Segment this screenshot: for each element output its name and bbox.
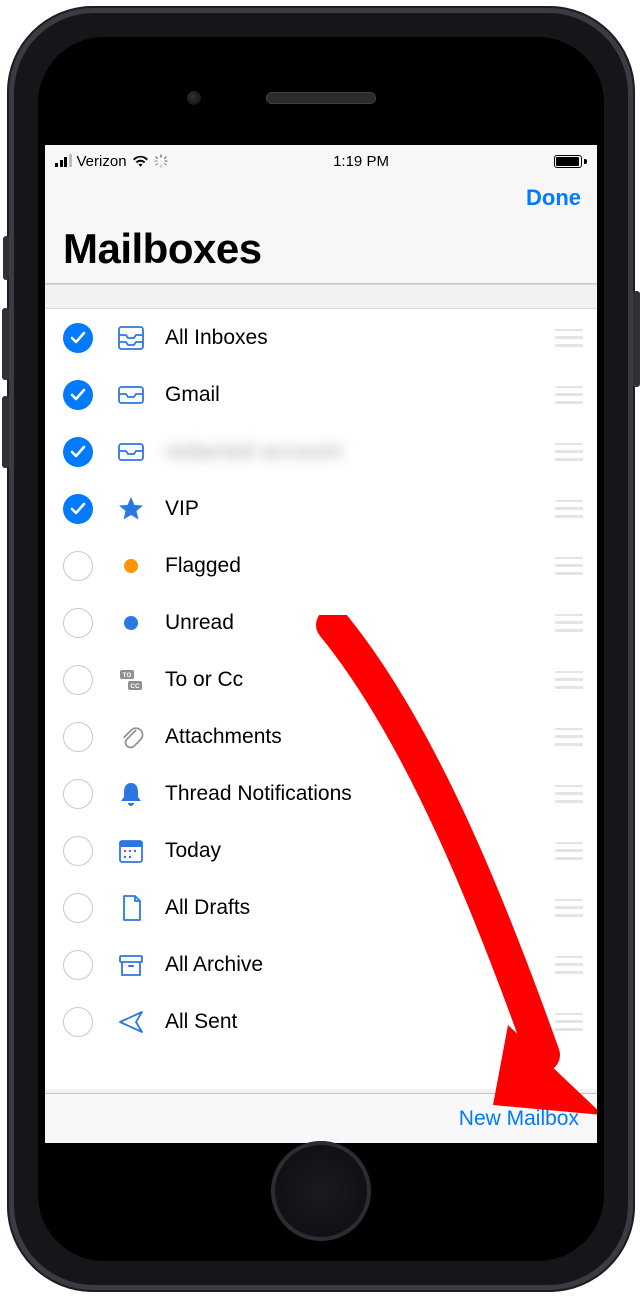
tray-icon — [111, 380, 151, 410]
mailbox-row[interactable]: Flagged — [45, 537, 597, 594]
done-button[interactable]: Done — [526, 185, 581, 211]
reorder-handle-icon[interactable] — [555, 614, 583, 632]
reorder-handle-icon[interactable] — [555, 956, 583, 974]
clock: 1:19 PM — [333, 153, 389, 170]
mailbox-label: redacted account — [165, 440, 555, 464]
paperclip-icon — [111, 722, 151, 752]
bell-icon — [111, 779, 151, 809]
mailbox-label: To or Cc — [165, 668, 555, 692]
reorder-handle-icon[interactable] — [555, 1013, 583, 1031]
mailbox-row[interactable]: All Drafts — [45, 879, 597, 936]
archive-icon — [111, 950, 151, 980]
reorder-handle-icon[interactable] — [555, 785, 583, 803]
status-bar: Verizon 1:19 PM — [45, 145, 597, 175]
reorder-handle-icon[interactable] — [555, 671, 583, 689]
reorder-handle-icon[interactable] — [555, 728, 583, 746]
reorder-handle-icon[interactable] — [555, 443, 583, 461]
checkbox[interactable] — [63, 380, 93, 410]
mailbox-label: Today — [165, 839, 555, 863]
phone-frame: Verizon 1:19 PM — [7, 6, 635, 1292]
checkbox[interactable] — [63, 722, 93, 752]
star-icon — [111, 494, 151, 524]
nav-title-wrap: Mailboxes — [45, 213, 597, 284]
earpiece-speaker — [266, 92, 376, 104]
mailbox-row[interactable]: All Inboxes — [45, 309, 597, 366]
mailbox-label: All Sent — [165, 1010, 555, 1034]
activity-spinner-icon — [154, 154, 168, 168]
dot-blue-icon — [111, 608, 151, 638]
power-button — [633, 291, 640, 387]
checkbox[interactable] — [63, 608, 93, 638]
checkbox[interactable] — [63, 494, 93, 524]
reorder-handle-icon[interactable] — [555, 899, 583, 917]
mailbox-row[interactable]: Unread — [45, 594, 597, 651]
checkbox[interactable] — [63, 437, 93, 467]
mailbox-row[interactable]: Today — [45, 822, 597, 879]
checkbox[interactable] — [63, 323, 93, 353]
reorder-handle-icon[interactable] — [555, 386, 583, 404]
mailbox-row[interactable]: redacted account — [45, 423, 597, 480]
checkbox[interactable] — [63, 779, 93, 809]
mailbox-row[interactable]: Thread Notifications — [45, 765, 597, 822]
carrier-label: Verizon — [77, 153, 127, 170]
home-button — [271, 1141, 371, 1241]
volume-down — [2, 396, 9, 468]
mailbox-label: All Archive — [165, 953, 555, 977]
mailbox-row[interactable]: Attachments — [45, 708, 597, 765]
checkbox[interactable] — [63, 551, 93, 581]
reorder-handle-icon[interactable] — [555, 557, 583, 575]
mailbox-list: All Inboxes Gmail redacted account — [45, 284, 597, 1089]
checkbox[interactable] — [63, 893, 93, 923]
screen: Verizon 1:19 PM — [45, 145, 597, 1143]
tray-2-icon — [111, 323, 151, 353]
reorder-handle-icon[interactable] — [555, 842, 583, 860]
mailbox-label: Attachments — [165, 725, 555, 749]
reorder-handle-icon[interactable] — [555, 500, 583, 518]
tray-icon — [111, 437, 151, 467]
front-camera — [187, 91, 201, 105]
mailbox-label: Unread — [165, 611, 555, 635]
checkbox[interactable] — [63, 836, 93, 866]
calendar-icon — [111, 836, 151, 866]
mailbox-row[interactable]: Gmail — [45, 366, 597, 423]
new-mailbox-button[interactable]: New Mailbox — [459, 1107, 579, 1131]
checkbox[interactable] — [63, 950, 93, 980]
send-icon — [111, 1007, 151, 1037]
battery-icon — [554, 155, 587, 168]
page-title: Mailboxes — [63, 225, 579, 273]
checkbox[interactable] — [63, 665, 93, 695]
bottom-toolbar: New Mailbox — [45, 1093, 597, 1143]
mailbox-label: Flagged — [165, 554, 555, 578]
checkbox[interactable] — [63, 1007, 93, 1037]
volume-up — [2, 308, 9, 380]
section-spacer — [45, 285, 597, 309]
mailbox-row[interactable]: VIP — [45, 480, 597, 537]
mailbox-label: VIP — [165, 497, 555, 521]
mailbox-row[interactable]: To or Cc — [45, 651, 597, 708]
mailbox-row[interactable]: All Archive — [45, 936, 597, 993]
cellular-signal-icon — [55, 155, 72, 167]
mailbox-row[interactable]: All Sent — [45, 993, 597, 1050]
mailbox-label: Gmail — [165, 383, 555, 407]
dot-orange-icon — [111, 551, 151, 581]
reorder-handle-icon[interactable] — [555, 329, 583, 347]
mailbox-label: All Inboxes — [165, 326, 555, 350]
nav-bar: Done — [45, 175, 597, 213]
to-cc-icon — [111, 665, 151, 695]
wifi-icon — [132, 155, 149, 168]
doc-icon — [111, 893, 151, 923]
mailbox-label: All Drafts — [165, 896, 555, 920]
mailbox-label: Thread Notifications — [165, 782, 555, 806]
mute-switch — [3, 236, 9, 280]
